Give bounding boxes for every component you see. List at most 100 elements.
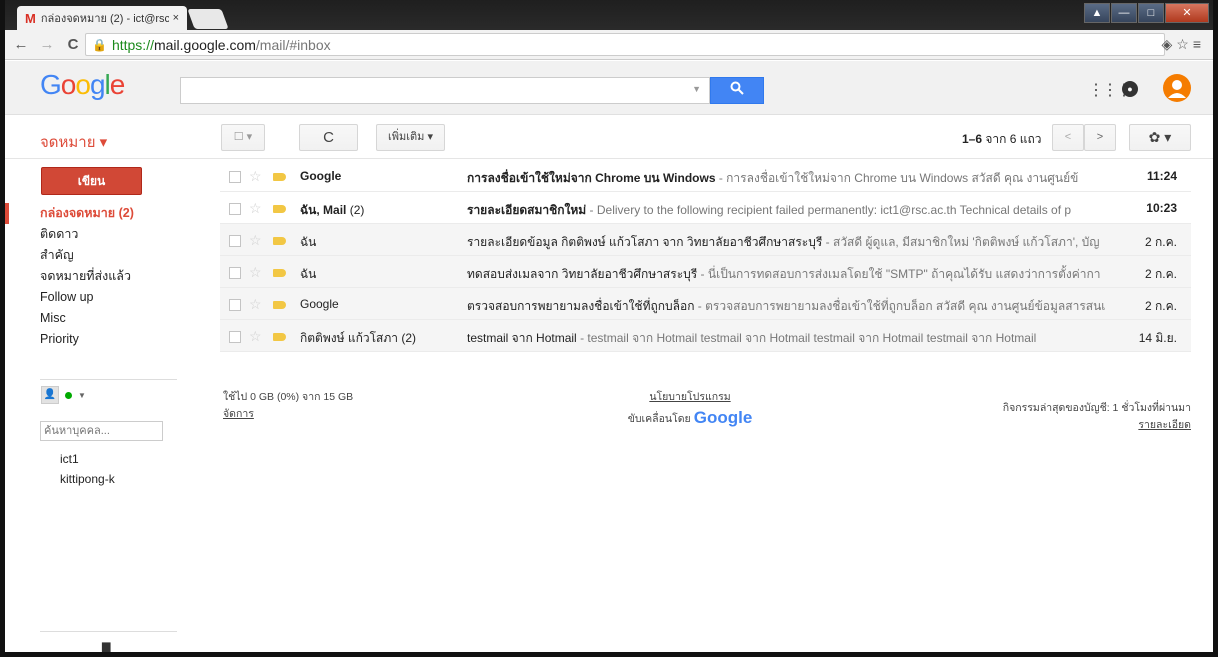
email-subject: testmail จาก Hotmail - testmail จาก Hotm… (467, 331, 1037, 345)
address-bar: ← → C 🔒 https://mail.google.com/mail/#in… (5, 30, 1213, 60)
email-snippet: - นี่เป็นการทดสอบการส่งเมลโดยใช้ "SMTP" … (697, 267, 1101, 281)
star-icon[interactable]: ☆ (249, 168, 262, 185)
google-logo[interactable]: Google (40, 69, 125, 101)
last-activity-text: กิจกรรมล่าสุดของบัญชี: 1 ชั่วโมงที่ผ่านม… (1002, 402, 1191, 414)
table-row[interactable]: ☆ Google ตรวจสอบการพยายามลงชื่อเข้าใช้ที่ถ… (220, 288, 1191, 320)
forward-button[interactable]: → (37, 36, 57, 53)
email-snippet: - testmail จาก Hotmail testmail จาก Hotm… (576, 331, 1037, 345)
importance-marker-icon[interactable] (273, 333, 286, 341)
row-checkbox[interactable] (229, 171, 241, 183)
email-list: ☆ Google การลงชื่อเข้าใช้ใหม่จาก Chrome บน… (220, 160, 1191, 352)
sidebar-item-follow-up[interactable]: Follow up (5, 287, 177, 308)
row-checkbox[interactable] (229, 267, 241, 279)
search-options-icon[interactable]: ▼ (692, 84, 701, 94)
email-subject: รายละเอียดสมาชิกใหม่ - Delivery to the f… (467, 203, 1072, 217)
star-icon[interactable]: ☆ (249, 328, 262, 345)
sidebar-item-inbox[interactable]: กล่องจดหมาย (2) (5, 203, 177, 224)
minimize-button[interactable]: — (1111, 3, 1137, 23)
tab-title: กล่องจดหมาย (2) - ict@rsc.a (40, 13, 169, 25)
email-sender: กิตติพงษ์ แก้วโสภา (2) (300, 331, 417, 345)
row-checkbox[interactable] (229, 331, 241, 343)
more-button[interactable]: เพิ่มเติม ▾ (376, 124, 445, 151)
sidebar-item-sent[interactable]: จดหมายที่ส่งแล้ว (5, 266, 177, 287)
title-bar: M กล่องจดหมาย (2) - ict@rsc.a × ▲ — □ ✕ (5, 0, 1213, 30)
email-sender: Google (300, 169, 342, 183)
browser-menu-icons[interactable]: ◈☆≡ (1162, 36, 1206, 53)
email-subject: ทดสอบส่งเมลจาก วิทยาลัยอาชีวศึกษาสระบุรี… (467, 267, 1101, 281)
gmail-icon: M (25, 10, 36, 26)
manage-link[interactable]: จัดการ (223, 408, 254, 420)
prev-page-button[interactable]: < (1052, 124, 1084, 151)
compose-button[interactable]: เขียน (41, 167, 142, 195)
chat-status[interactable]: 👤 ▼ (41, 386, 86, 404)
reload-button[interactable]: C (63, 36, 83, 53)
profile-button[interactable]: ▲ (1084, 3, 1110, 23)
next-page-button[interactable]: > (1084, 124, 1116, 151)
lock-icon: 🔒 (92, 37, 107, 52)
star-icon[interactable]: ☆ (249, 200, 262, 217)
select-all-checkbox[interactable]: ☐ ▾ (221, 124, 265, 151)
pagination-range: 1–6 (962, 132, 983, 146)
maximize-button[interactable]: □ (1138, 3, 1164, 23)
program-policy-link[interactable]: นโยบายโปรแกรม (649, 391, 730, 403)
search-button[interactable] (710, 77, 764, 104)
details-link[interactable]: รายละเอียด (1138, 419, 1191, 431)
account-activity: กิจกรรมล่าสุดของบัญชี: 1 ชั่วโมงที่ผ่านม… (1003, 399, 1191, 433)
star-icon[interactable]: ☆ (249, 296, 262, 313)
sidebar-item-priority[interactable]: Priority (5, 329, 177, 350)
divider (40, 631, 177, 632)
importance-marker-icon[interactable] (273, 173, 286, 181)
back-button[interactable]: ← (11, 36, 31, 53)
url-field[interactable]: 🔒 https://mail.google.com/mail/#inbox (85, 33, 1165, 56)
row-checkbox[interactable] (229, 203, 241, 215)
mail-menu[interactable]: จดหมาย ▾ (40, 130, 107, 154)
notifications-icon[interactable]: ● (1122, 81, 1138, 97)
table-row[interactable]: ☆ Google การลงชื่อเข้าใช้ใหม่จาก Chrome บน… (220, 160, 1191, 192)
label-nav: กล่องจดหมาย (2) ติดดาว สำคัญ จดหมายที่ส่… (5, 203, 177, 350)
star-icon[interactable]: ☆ (249, 264, 262, 281)
row-checkbox[interactable] (229, 299, 241, 311)
sidebar-item-important[interactable]: สำคัญ (5, 245, 177, 266)
star-icon[interactable]: ☆ (249, 232, 262, 249)
email-sender: Google (300, 297, 339, 311)
browser-window: M กล่องจดหมาย (2) - ict@rsc.a × ▲ — □ ✕ … (0, 0, 1218, 657)
people-search-input[interactable] (40, 421, 163, 441)
table-row[interactable]: ☆ กิตติพงษ์ แก้วโสภา (2) testmail จาก Hotm… (220, 320, 1191, 352)
importance-marker-icon[interactable] (273, 237, 286, 245)
importance-marker-icon[interactable] (273, 301, 286, 309)
chat-icon[interactable]: ▇ (102, 641, 110, 652)
email-date: 11:24 (1146, 169, 1177, 183)
importance-marker-icon[interactable] (273, 269, 286, 277)
table-row[interactable]: ☆ ฉัน รายละเอียดข้อมูล กิตติพงษ์ แก้วโสภา … (220, 224, 1191, 256)
pagination-text: 1–6 จาก 6 แถว (962, 130, 1042, 149)
browser-tab[interactable]: M กล่องจดหมาย (2) - ict@rsc.a × (17, 6, 187, 30)
url-path: /mail/#inbox (255, 36, 331, 53)
sidebar-item-starred[interactable]: ติดดาว (5, 224, 177, 245)
refresh-button[interactable]: C (299, 124, 358, 151)
table-row[interactable]: ☆ ฉัน, Mail (2) รายละเอียดสมาชิกใหม่ - Del… (220, 192, 1191, 224)
new-tab-button[interactable] (187, 9, 229, 29)
powered-by-text: ขับเคลื่อนโดย (627, 412, 691, 425)
sidebar: เขียน กล่องจดหมาย (2) ติดดาว สำคัญ จดหมา… (5, 160, 220, 652)
tab-close-icon[interactable]: × (173, 12, 179, 24)
importance-marker-icon[interactable] (273, 205, 286, 213)
search-input[interactable]: ▼ (180, 77, 710, 104)
email-snippet: - การลงชื่อเข้าใช้ใหม่จาก Chrome บน Wind… (715, 171, 1079, 185)
email-snippet: - สวัสดี ผู้ดูแล, มีสมาชิกใหม่ 'กิตติพงษ… (822, 235, 1100, 249)
chevron-down-icon: ▼ (78, 390, 86, 400)
row-checkbox[interactable] (229, 235, 241, 247)
email-snippet: - ตรวจสอบการพยายามลงชื่อเข้าใช้ที่ถูกบล็… (694, 299, 1106, 313)
contact-item[interactable]: ict1 (60, 452, 79, 466)
storage-quota: ใช้ไป 0 GB (0%) จาก 15 GB จัดการ (223, 388, 353, 422)
email-date: 14 มิ.ย. (1138, 331, 1177, 345)
close-window-button[interactable]: ✕ (1165, 3, 1209, 23)
settings-button[interactable]: ✿ ▾ (1129, 124, 1191, 151)
sidebar-item-misc[interactable]: Misc (5, 308, 177, 329)
contact-item[interactable]: kittipong-k (60, 472, 115, 486)
email-date: 2 ก.ค. (1145, 267, 1177, 281)
email-sender: ฉัน, Mail (2) (300, 203, 365, 217)
google-logo-small: Google (693, 408, 753, 427)
table-row[interactable]: ☆ ฉัน ทดสอบส่งเมลจาก วิทยาลัยอาชีวศึกษาสระ… (220, 256, 1191, 288)
online-status-icon (65, 391, 72, 399)
avatar[interactable] (1163, 74, 1191, 102)
